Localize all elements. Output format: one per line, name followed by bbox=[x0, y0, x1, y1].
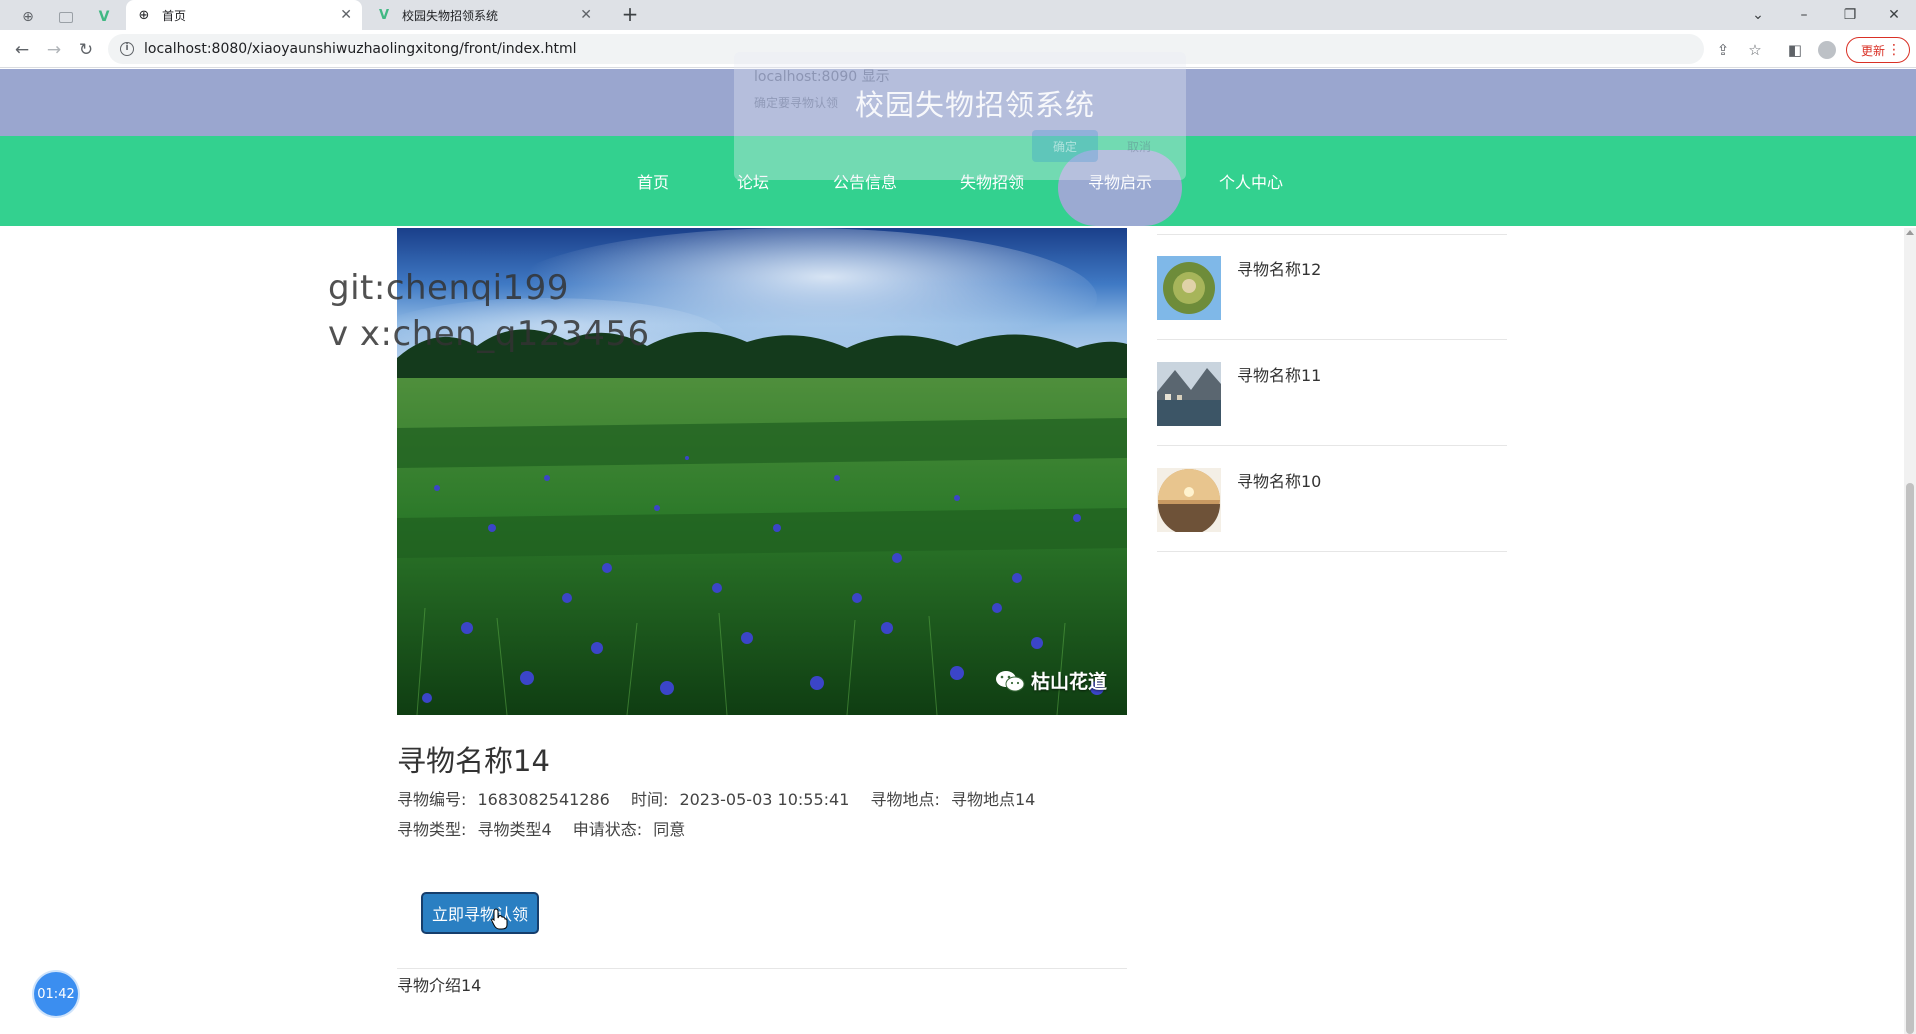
item-location-label: 寻物地点: bbox=[870, 790, 940, 809]
dialog-cancel-button[interactable]: 取消 bbox=[1112, 130, 1166, 162]
minimize-icon[interactable]: – bbox=[1782, 0, 1826, 30]
recording-timer: 01:42 bbox=[34, 972, 78, 1016]
list-item[interactable]: 寻物名称12 bbox=[1157, 234, 1507, 340]
scroll-up-arrow-icon[interactable] bbox=[1906, 230, 1914, 235]
item-thumbnail bbox=[1157, 256, 1221, 320]
back-arrow-icon[interactable]: ← bbox=[10, 38, 34, 62]
pinned-tab-vue-icon[interactable]: V bbox=[88, 4, 120, 30]
update-button[interactable]: 更新 ⋮ bbox=[1846, 37, 1910, 63]
nav-item-personal-center[interactable]: 个人中心 bbox=[1210, 136, 1292, 226]
dialog-ok-button[interactable]: 确定 bbox=[1032, 130, 1098, 162]
restore-icon[interactable]: ❐ bbox=[1828, 0, 1872, 30]
site-info-icon[interactable]: i bbox=[120, 42, 134, 56]
item-type-value: 寻物类型4 bbox=[477, 820, 552, 839]
item-status-value: 同意 bbox=[653, 820, 686, 839]
item-name: 寻物名称12 bbox=[1237, 260, 1322, 279]
lake-village-thumbnail bbox=[1157, 362, 1221, 426]
pinned-tab-blank-icon[interactable] bbox=[50, 4, 82, 30]
item-meta-row-2: 寻物类型: 寻物类型4 申请状态: 同意 bbox=[397, 816, 691, 840]
more-vert-icon: ⋮ bbox=[1887, 42, 1901, 58]
item-title: 寻物名称14 bbox=[397, 744, 550, 778]
update-label: 更新 bbox=[1861, 43, 1886, 58]
item-id-label: 寻物编号: bbox=[397, 790, 467, 809]
wechat-account-name: 枯山花道 bbox=[1031, 671, 1108, 693]
browser-tab-strip: ⊕ V ⊕ 首页 ✕ V 校园失物招领系统 ✕ + ⌄ – ❐ ✕ bbox=[0, 0, 1916, 30]
side-panel-icon[interactable]: ◧ bbox=[1784, 39, 1806, 61]
hand-cursor-icon bbox=[491, 908, 508, 930]
close-icon[interactable]: ✕ bbox=[340, 7, 352, 23]
watermark-git: git:chenqi199 bbox=[328, 268, 569, 308]
list-item[interactable]: 寻物名称10 bbox=[1157, 446, 1507, 552]
nav-item-home[interactable]: 首页 bbox=[620, 136, 686, 226]
image-wechat-watermark: 枯山花道 bbox=[995, 667, 1107, 694]
item-thumbnail bbox=[1157, 362, 1221, 426]
reload-icon[interactable]: ↻ bbox=[74, 38, 98, 62]
list-item[interactable]: 寻物名称11 bbox=[1157, 340, 1507, 446]
scrollbar-thumb[interactable] bbox=[1906, 483, 1914, 1034]
item-time-value: 2023-05-03 10:55:41 bbox=[679, 790, 850, 809]
dialog-host: localhost:8090 显示 bbox=[754, 69, 890, 85]
dialog-message: 确定要寻物认领 bbox=[754, 96, 839, 110]
tab-lost-found-system[interactable]: V 校园失物招领系统 ✕ bbox=[366, 0, 602, 30]
related-items-list: 寻物名称12 寻物名称11 寻物名称10 bbox=[1157, 234, 1507, 552]
claim-item-button[interactable]: 立即寻物认领 bbox=[421, 892, 539, 934]
item-status-label: 申请状态: bbox=[572, 820, 643, 839]
item-introduction: 寻物介绍14 bbox=[397, 976, 482, 995]
pinned-tab-globe-icon[interactable]: ⊕ bbox=[12, 4, 44, 30]
confirm-dialog: localhost:8090 显示 确定要寻物认领 确定 取消 bbox=[734, 52, 1186, 180]
bookmark-star-icon[interactable]: ☆ bbox=[1744, 39, 1766, 61]
tiny-planet-thumbnail bbox=[1157, 256, 1221, 320]
globe-icon: ⊕ bbox=[138, 7, 150, 23]
item-thumbnail bbox=[1157, 468, 1221, 532]
item-id-value: 1683082541286 bbox=[477, 790, 610, 809]
tab-home[interactable]: ⊕ 首页 ✕ bbox=[126, 0, 362, 30]
new-tab-plus-icon[interactable]: + bbox=[616, 2, 644, 28]
forward-arrow-icon[interactable]: → bbox=[42, 38, 66, 62]
item-time-label: 时间: bbox=[630, 790, 669, 809]
window-close-icon[interactable]: ✕ bbox=[1872, 0, 1916, 30]
address-url: localhost:8080/xiaoyaunshiwuzhaolingxito… bbox=[144, 41, 577, 57]
sunset-globe-thumbnail bbox=[1157, 468, 1221, 532]
tab-system-label: 校园失物招领系统 bbox=[402, 8, 499, 23]
share-icon[interactable]: ⇪ bbox=[1712, 39, 1734, 61]
item-location-value: 寻物地点14 bbox=[950, 790, 1036, 809]
profile-avatar-icon[interactable] bbox=[1816, 39, 1838, 61]
item-meta-row-1: 寻物编号: 1683082541286 时间: 2023-05-03 10:55… bbox=[397, 786, 1041, 810]
vue-logo-icon: V bbox=[378, 7, 390, 23]
watermark-vx: v x:chen_q123456 bbox=[328, 314, 650, 354]
wechat-icon bbox=[996, 670, 1025, 691]
item-name: 寻物名称11 bbox=[1237, 366, 1322, 385]
page-scrollbar[interactable] bbox=[1904, 228, 1916, 1034]
item-type-label: 寻物类型: bbox=[397, 820, 467, 839]
item-name: 寻物名称10 bbox=[1237, 472, 1322, 491]
tab-search-chevron-icon[interactable]: ⌄ bbox=[1736, 0, 1780, 30]
content-divider bbox=[397, 968, 1127, 969]
close-icon[interactable]: ✕ bbox=[580, 7, 592, 23]
tab-home-label: 首页 bbox=[162, 8, 187, 23]
